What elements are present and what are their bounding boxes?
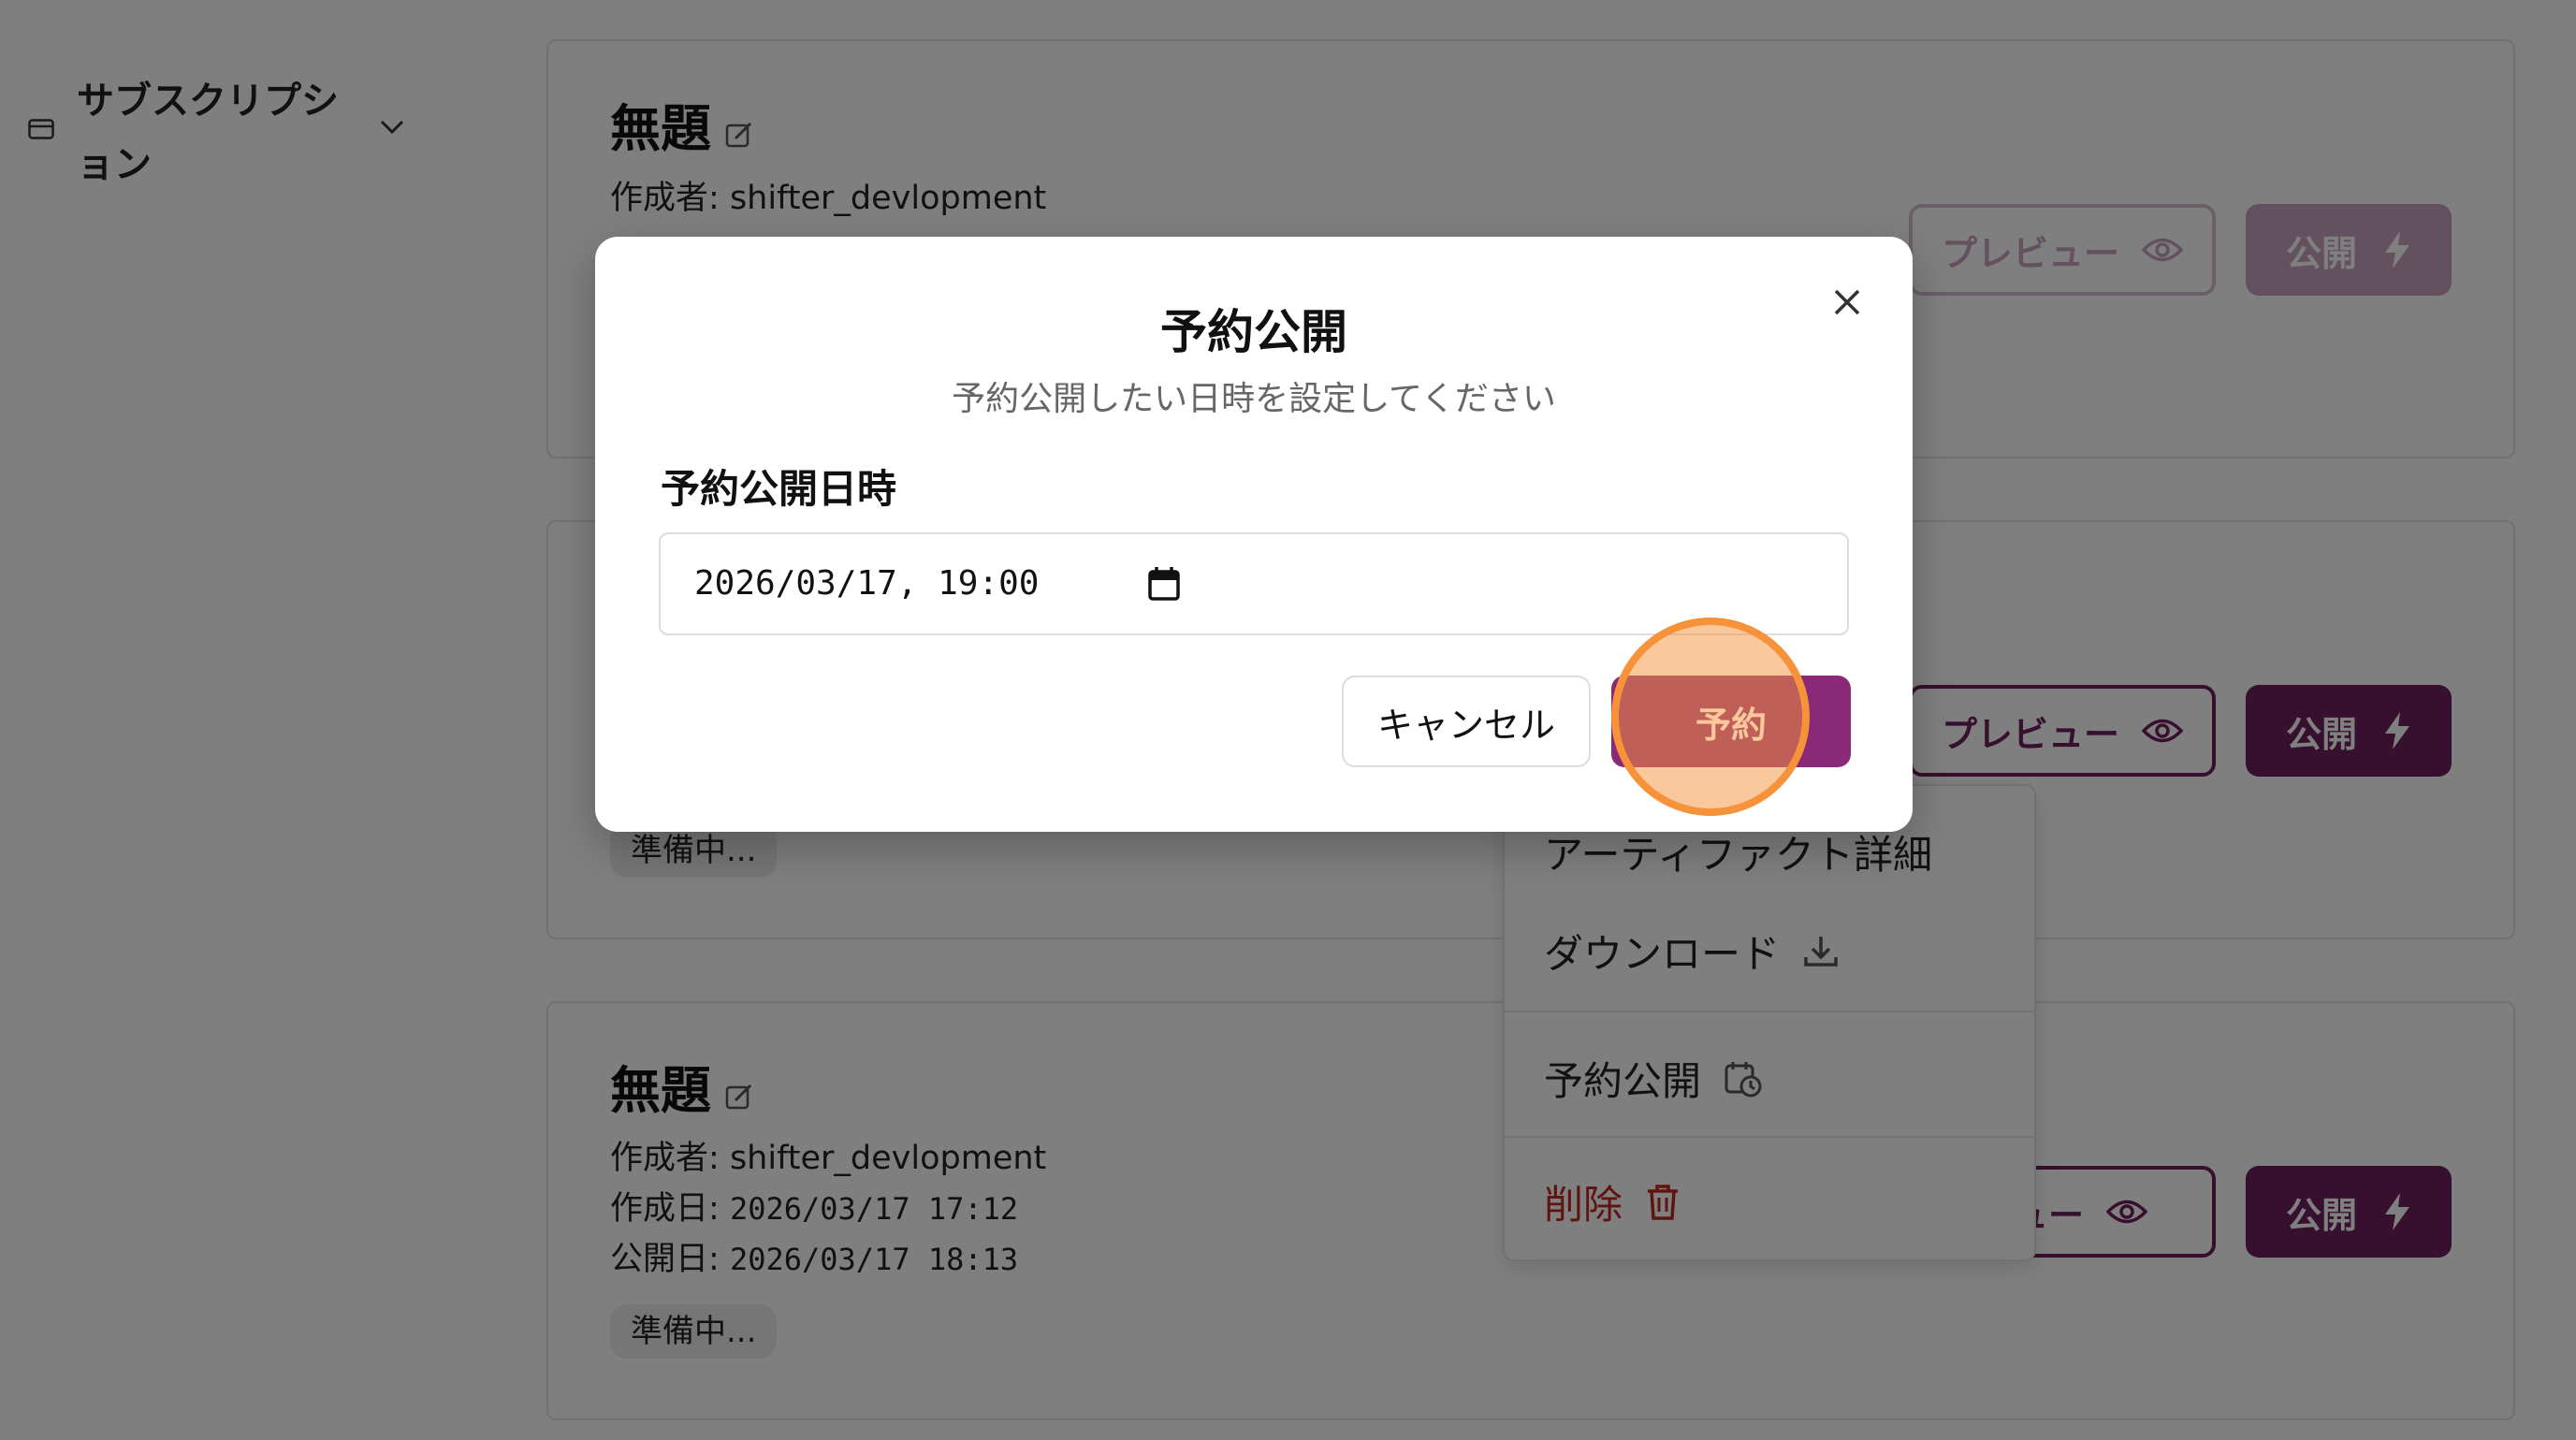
- calendar-icon[interactable]: [1147, 566, 1181, 602]
- app-root: サブスクリプション 無題 作成者: shifter_devlopment プレビ…: [0, 0, 2576, 1440]
- datetime-field-label: 予約公開日時: [661, 466, 897, 512]
- dialog-subtitle: 予約公開したい日時を設定してください: [952, 380, 1556, 418]
- cancel-button[interactable]: キャンセル: [1342, 676, 1591, 767]
- close-icon: [1834, 289, 1860, 315]
- datetime-input[interactable]: 2026/03/17, 19:00: [659, 532, 1849, 635]
- schedule-button[interactable]: 予約: [1611, 676, 1851, 767]
- datetime-value: 2026/03/17, 19:00: [694, 564, 1040, 603]
- close-button[interactable]: [1825, 280, 1870, 325]
- dialog-title: 予約公開: [1160, 305, 1347, 359]
- schedule-publish-dialog: 予約公開 予約公開したい日時を設定してください 予約公開日時 2026/03/1…: [595, 237, 1913, 832]
